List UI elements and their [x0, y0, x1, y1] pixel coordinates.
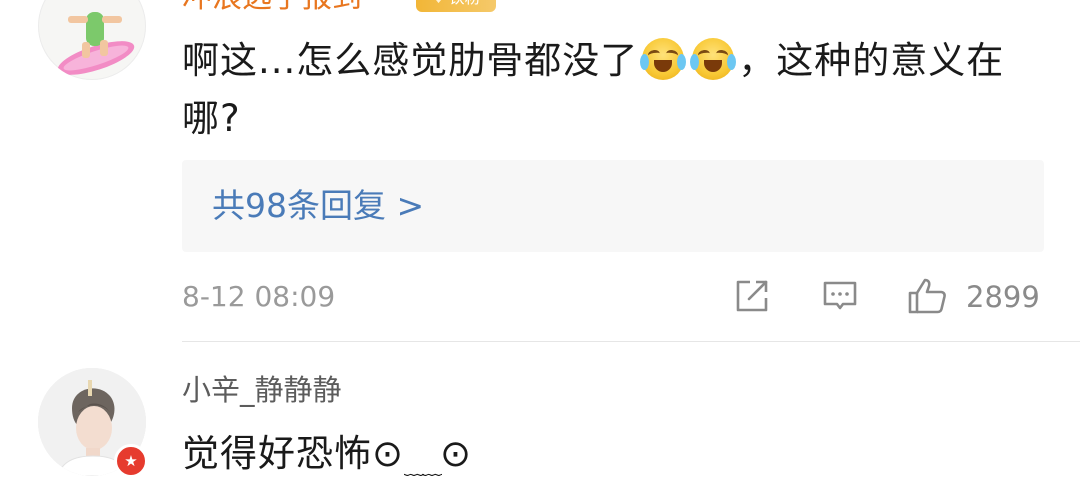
face-right-eye: ⊙: [440, 432, 473, 475]
comment-divider: [182, 341, 1080, 342]
surfer-avatar-icon: [57, 12, 135, 75]
fan-badge-label: 铁粉: [449, 0, 481, 7]
verified-star-icon: ★: [124, 452, 138, 470]
comment-text-part1: 觉得好恐怖: [182, 432, 372, 475]
face-mouth: ﹏﹏: [404, 455, 442, 479]
share-button[interactable]: [732, 276, 772, 316]
comment-icon: [823, 281, 857, 310]
laugh-cry-emoji-icon: [640, 38, 687, 80]
fan-badge[interactable]: ♥ 铁粉: [416, 0, 496, 12]
comment-list: 冲浪选手报到 ♥ 铁粉 啊这...怎么感觉肋骨都没了，这种的意义在哪? 共98条回…: [0, 0, 1080, 489]
comment-username[interactable]: 小辛_静静静: [182, 372, 342, 408]
avatar[interactable]: [38, 0, 146, 80]
comment-username[interactable]: 冲浪选手报到: [182, 0, 362, 16]
share-icon: [736, 280, 768, 312]
comment-text: 觉得好恐怖⊙﹏﹏⊙: [182, 428, 472, 489]
comment-timestamp: 8-12 08:09: [182, 280, 336, 313]
thumbs-up-icon: [908, 278, 946, 314]
verified-badge: ★: [114, 444, 148, 478]
like-button[interactable]: [906, 276, 946, 316]
view-replies-link[interactable]: 共98条回复 >: [212, 184, 424, 228]
comment-button[interactable]: [820, 276, 860, 316]
face-left-eye: ⊙: [372, 432, 405, 475]
like-count: 2899: [966, 280, 1040, 314]
replies-preview[interactable]: 共98条回复 >: [182, 160, 1044, 252]
comment-text: 啊这...怎么感觉肋骨都没了 ，这种的意义在哪?: [182, 32, 1032, 148]
comment-text-part1: 啊这...怎么感觉肋骨都没了: [182, 39, 639, 82]
laugh-cry-emoji-icon: [690, 38, 737, 80]
heart-icon: ♥: [431, 0, 445, 12]
